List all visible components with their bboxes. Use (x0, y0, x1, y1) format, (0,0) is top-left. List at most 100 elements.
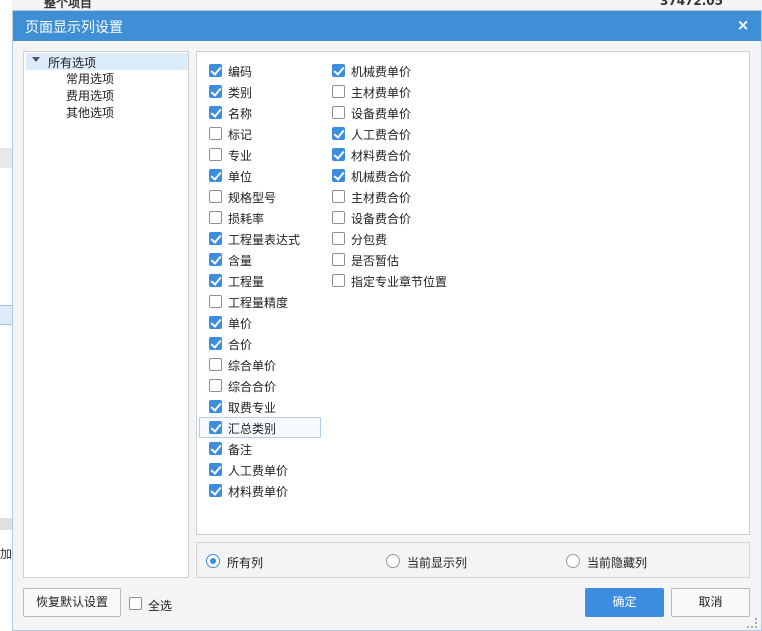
column-option-label: 设备费单价 (351, 107, 412, 121)
column-checkbox-list: 编码 类别 名称 标记 专业 单位 规格型号 损耗率 工程量表达式 含量 工程量 工程量精度 单价 合价综… (196, 51, 750, 535)
checkbox-checked-icon[interactable] (332, 148, 345, 161)
checkbox-unchecked-icon[interactable] (332, 106, 345, 119)
checkbox-checked-icon[interactable] (209, 442, 222, 455)
column-option[interactable]: 材料费合价 (332, 145, 442, 165)
checkbox-unchecked-icon[interactable] (209, 190, 222, 203)
checkbox-checked-icon[interactable] (209, 85, 222, 98)
checkbox-unchecked-icon[interactable] (332, 85, 345, 98)
column-option[interactable]: 备注 (209, 439, 319, 459)
column-option[interactable]: 单价 (209, 313, 319, 333)
checkbox-unchecked-icon[interactable] (332, 190, 345, 203)
column-option[interactable]: 综合单价 (209, 355, 319, 375)
options-tree: 所有选项 常用选项 费用选项 其他选项 (23, 51, 189, 578)
column-option-label: 主材费单价 (351, 86, 412, 100)
radio-label: 当前隐藏列 (587, 556, 648, 570)
close-icon[interactable]: × (733, 15, 753, 35)
column-option[interactable]: 综合合价 (209, 376, 319, 396)
checkbox-unchecked-icon[interactable] (209, 211, 222, 224)
radio-visible-columns[interactable]: 当前显示列 (386, 553, 486, 570)
column-option-label: 名称 (228, 107, 253, 121)
column-option-label: 材料费单价 (228, 485, 289, 499)
tree-item-common-options[interactable]: 常用选项 (66, 70, 114, 87)
ok-button[interactable]: 确定 (585, 588, 664, 617)
checkbox-checked-icon[interactable] (209, 106, 222, 119)
column-option[interactable]: 人工费单价 (209, 460, 319, 480)
column-option[interactable]: 合价 (209, 334, 319, 354)
column-option-label: 类别 (228, 86, 253, 100)
column-option[interactable]: 材料费单价 (209, 481, 319, 501)
checkbox-checked-icon[interactable] (332, 64, 345, 77)
tree-item-other-options[interactable]: 其他选项 (66, 104, 114, 121)
column-option[interactable]: 主材费单价 (332, 82, 442, 102)
tree-item-label: 所有选项 (48, 56, 97, 70)
column-option-label: 分包费 (351, 233, 388, 247)
column-option-label: 取费专业 (228, 401, 277, 415)
column-option-label: 机械费合价 (351, 170, 412, 184)
cancel-button[interactable]: 取消 (671, 588, 750, 617)
checkbox-checked-icon[interactable] (209, 400, 222, 413)
column-option[interactable]: 编码 (209, 61, 319, 81)
checkbox-unchecked-icon[interactable] (332, 253, 345, 266)
column-option[interactable]: 指定专业章节位置 (332, 271, 447, 291)
checkbox-checked-icon[interactable] (209, 463, 222, 476)
checkbox-unchecked-icon[interactable] (332, 211, 345, 224)
expand-arrow-icon[interactable] (32, 57, 40, 62)
column-option-label: 机械费单价 (351, 65, 412, 79)
column-option[interactable]: 单位 (209, 166, 319, 186)
column-option[interactable]: 机械费合价 (332, 166, 442, 186)
restore-defaults-button[interactable]: 恢复默认设置 (23, 588, 121, 617)
column-option[interactable]: 取费专业 (209, 397, 319, 417)
checkbox-checked-icon[interactable] (209, 337, 222, 350)
checkbox-unchecked-icon[interactable] (209, 379, 222, 392)
column-option[interactable]: 机械费单价 (332, 61, 442, 81)
checkbox-checked-icon[interactable] (209, 169, 222, 182)
radio-hidden-columns[interactable]: 当前隐藏列 (566, 553, 666, 570)
checkbox-unchecked-icon[interactable] (209, 358, 222, 371)
dialog-titlebar[interactable]: 页面显示列设置 × (13, 11, 761, 41)
column-option[interactable]: 工程量精度 (209, 292, 319, 312)
checkbox-unchecked-icon[interactable] (209, 148, 222, 161)
checkbox-box[interactable] (129, 597, 142, 610)
checkbox-checked-icon[interactable] (332, 127, 345, 140)
checkbox-checked-icon[interactable] (209, 232, 222, 245)
column-option[interactable]: 标记 (209, 124, 319, 144)
column-option[interactable]: 主材费合价 (332, 187, 442, 207)
column-option[interactable]: 专业 (209, 145, 319, 165)
radio-all-columns[interactable]: 所有列 (206, 553, 286, 570)
checkbox-unchecked-icon[interactable] (209, 295, 222, 308)
column-option-label: 设备费合价 (351, 212, 412, 226)
column-option[interactable]: 分包费 (332, 229, 442, 249)
tree-item-fee-options[interactable]: 费用选项 (66, 87, 114, 104)
column-option[interactable]: 工程量表达式 (209, 229, 319, 249)
column-option[interactable]: 人工费合价 (332, 124, 442, 144)
column-option-label: 工程量 (228, 275, 265, 289)
column-option-label: 单位 (228, 170, 253, 184)
checkbox-checked-icon[interactable] (209, 274, 222, 287)
checkbox-checked-icon[interactable] (332, 169, 345, 182)
column-option[interactable]: 损耗率 (209, 208, 319, 228)
checkbox-checked-icon[interactable] (209, 316, 222, 329)
checkbox-checked-icon[interactable] (209, 484, 222, 497)
radio-indicator[interactable] (386, 554, 400, 568)
checkbox-unchecked-icon[interactable] (209, 127, 222, 140)
tree-item-all-options[interactable]: 所有选项 (26, 53, 188, 70)
column-option[interactable]: 规格型号 (209, 187, 319, 207)
column-option[interactable]: 含量 (209, 250, 319, 270)
radio-indicator[interactable] (206, 554, 220, 568)
column-option-label: 是否暂估 (351, 254, 400, 268)
checkbox-unchecked-icon[interactable] (332, 274, 345, 287)
checkbox-unchecked-icon[interactable] (332, 232, 345, 245)
radio-indicator[interactable] (566, 554, 580, 568)
column-option[interactable]: 是否暂估 (332, 250, 442, 270)
column-option[interactable]: 设备费单价 (332, 103, 442, 123)
resize-grip-icon[interactable] (747, 618, 757, 628)
column-option[interactable]: 类别 (209, 82, 319, 102)
column-option[interactable]: 名称 (209, 103, 319, 123)
checkbox-checked-icon[interactable] (209, 253, 222, 266)
column-option[interactable]: 设备费合价 (332, 208, 442, 228)
column-option[interactable]: 工程量 (209, 271, 319, 291)
checkbox-checked-icon[interactable] (209, 64, 222, 77)
checkbox-checked-icon[interactable] (209, 421, 222, 434)
background-total-value: 37472.05 (660, 0, 724, 8)
column-option[interactable]: 汇总类别 (199, 417, 321, 438)
